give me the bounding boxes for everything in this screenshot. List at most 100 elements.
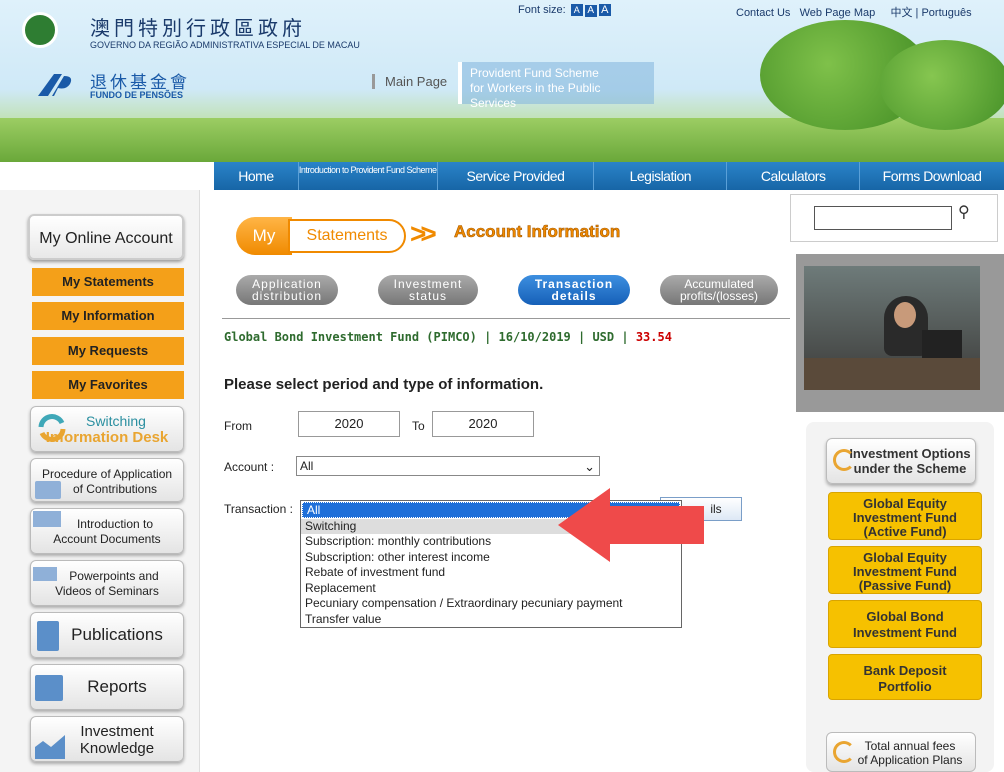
breadcrumb-statements[interactable]: Statements [288,219,406,253]
investment-options-button[interactable]: Investment Options under the Scheme [826,438,976,484]
my-favorites-button[interactable]: My Favorites [32,371,184,399]
document-icon [35,481,61,499]
form-title: Please select period and type of informa… [224,376,544,393]
geaf-label-1: Global Equity [863,496,947,511]
intro-label-2: Account Documents [53,532,161,546]
tab-divider [222,318,790,319]
account-select[interactable]: All ⌄ [296,456,600,476]
seminar-video[interactable] [796,254,1004,412]
transaction-option-pecuniary-compensation[interactable]: Pecuniary compensation / Extraordinary p… [301,596,681,612]
my-requests-button[interactable]: My Requests [32,337,184,365]
from-year-input[interactable]: 2020 [298,411,400,437]
introduction-account-documents-button[interactable]: Introduction to Account Documents [30,508,184,554]
total-annual-fees-button[interactable]: Total annual fees of Application Plans [826,732,976,772]
monitor-shape [922,330,962,360]
investment-label-2: Knowledge [79,740,155,757]
gepf-label-3: (Passive Fund) [858,578,952,593]
main-nav: Home Introduction to Provident Fund Sche… [214,162,1004,190]
nav-home[interactable]: Home [214,162,299,190]
search-icon[interactable]: ⚲ [958,202,970,222]
chart-up-icon [35,735,65,759]
chevron-down-icon: ⌄ [584,459,595,474]
tab-application-distribution[interactable]: Application distribution [236,275,338,305]
fund-price-line: Global Bond Investment Fund (PIMCO) | 16… [224,330,672,344]
switch-arrows-icon [38,414,66,442]
search-input[interactable] [814,206,952,230]
speaker-face [894,302,916,328]
pension-fund-logo-icon [38,74,72,96]
government-name-pt: GOVERNO DA REGIÃO ADMINISTRATIVA ESPECIA… [90,40,360,50]
scheme-link[interactable]: Provident Fund Scheme for Workers in the… [458,62,654,110]
account-selected-value: All [300,459,314,473]
investment-knowledge-button[interactable]: Investment Knowledge [30,716,184,762]
geaf-label-3: (Active Fund) [863,524,947,539]
nav-forms-download[interactable]: Forms Download [860,162,1004,190]
font-medium-button[interactable]: A [584,5,597,17]
tab-transaction-details[interactable]: Transaction details [518,275,630,305]
slides-icon [33,567,57,581]
my-online-account-button[interactable]: My Online Account [28,214,184,260]
font-large-button[interactable]: A [598,4,611,16]
global-equity-active-fund-button[interactable]: Global Equity Investment Fund (Active Fu… [828,492,982,540]
tab-label: distribution [251,289,323,303]
procedure-of-application-button[interactable]: Procedure of Application of Contribution… [30,458,184,502]
gepf-label-2: Investment Fund [852,564,957,579]
web-page-map-link[interactable]: Web Page Map [800,7,876,19]
fund-name-pt: FUNDO DE PENSÕES [90,90,184,100]
macau-emblem-icon [22,12,58,48]
top-links: Contact Us Web Page Map 中文 | Português [736,4,972,20]
circle-arrow-icon [833,449,855,471]
fund-price: 33.54 [635,330,672,344]
to-year-input[interactable]: 2020 [432,411,534,437]
book-icon [37,621,59,651]
account-label: Account : [224,460,275,474]
geaf-label-2: Investment Fund [852,510,957,525]
transaction-option-transfer-value[interactable]: Transfer value [301,612,681,628]
inv-options-label-1: Investment Options [849,446,971,461]
fees-label-2: of Application Plans [857,753,963,767]
nav-introduction[interactable]: Introduction to Provident Fund Scheme [299,162,438,190]
tab-label: status [408,289,447,303]
desk-shape [804,358,980,390]
publications-label: Publications [71,625,163,644]
powerpoints-videos-button[interactable]: Powerpoints and Videos of Seminars [30,560,184,606]
my-statements-button[interactable]: My Statements [32,268,184,296]
language-links[interactable]: 中文 | Português [891,7,972,19]
fees-label-1: Total annual fees [864,739,956,753]
global-bond-investment-fund-button[interactable]: Global Bond Investment Fund [828,600,982,648]
procedure-label-1: Procedure of Application [41,467,173,481]
contact-us-link[interactable]: Contact Us [736,7,790,19]
gb-label-2: Investment Fund [852,625,957,640]
fund-info: Global Bond Investment Fund (PIMCO) | 16… [224,330,636,344]
reports-label: Reports [87,677,147,696]
calendar-icon [33,511,61,527]
main-page-link[interactable]: Main Page [372,74,447,89]
tab-investment-status[interactable]: Investment status [378,275,478,305]
breadcrumb-account-information: Account Information [454,222,621,242]
transaction-option-replacement[interactable]: Replacement [301,581,681,597]
switching-information-desk-button[interactable]: Switching Information Desk [30,406,184,452]
nav-legislation[interactable]: Legislation [594,162,728,190]
font-size-label: Font size: [518,4,566,16]
my-information-button[interactable]: My Information [32,302,184,330]
publications-button[interactable]: Publications [30,612,184,658]
reports-button[interactable]: Reports [30,664,184,710]
inv-options-label-2: under the Scheme [853,461,967,476]
tab-label: details [551,289,597,303]
font-small-button[interactable]: A [570,4,583,16]
tab-label: profits/(losses) [679,289,759,303]
scheme-line-1: Provident Fund Scheme [470,66,599,80]
nav-service-provided[interactable]: Service Provided [438,162,595,190]
circle-arrow-icon [833,741,855,763]
bank-deposit-portfolio-button[interactable]: Bank Deposit Portfolio [828,654,982,700]
tab-accumulated-profits[interactable]: Accumulated profits/(losses) [660,275,778,305]
bd-label-1: Bank Deposit [863,663,947,678]
header-tree [880,40,1004,130]
nav-calculators[interactable]: Calculators [727,162,861,190]
government-name-zh: 澳門特別行政區政府 [90,16,306,40]
global-equity-passive-fund-button[interactable]: Global Equity Investment Fund (Passive F… [828,546,982,594]
report-icon [35,675,63,701]
scheme-line-2: for Workers in the Public Services [470,81,601,110]
gepf-label-1: Global Equity [863,550,947,565]
transaction-option-rebate[interactable]: Rebate of investment fund [301,565,681,581]
